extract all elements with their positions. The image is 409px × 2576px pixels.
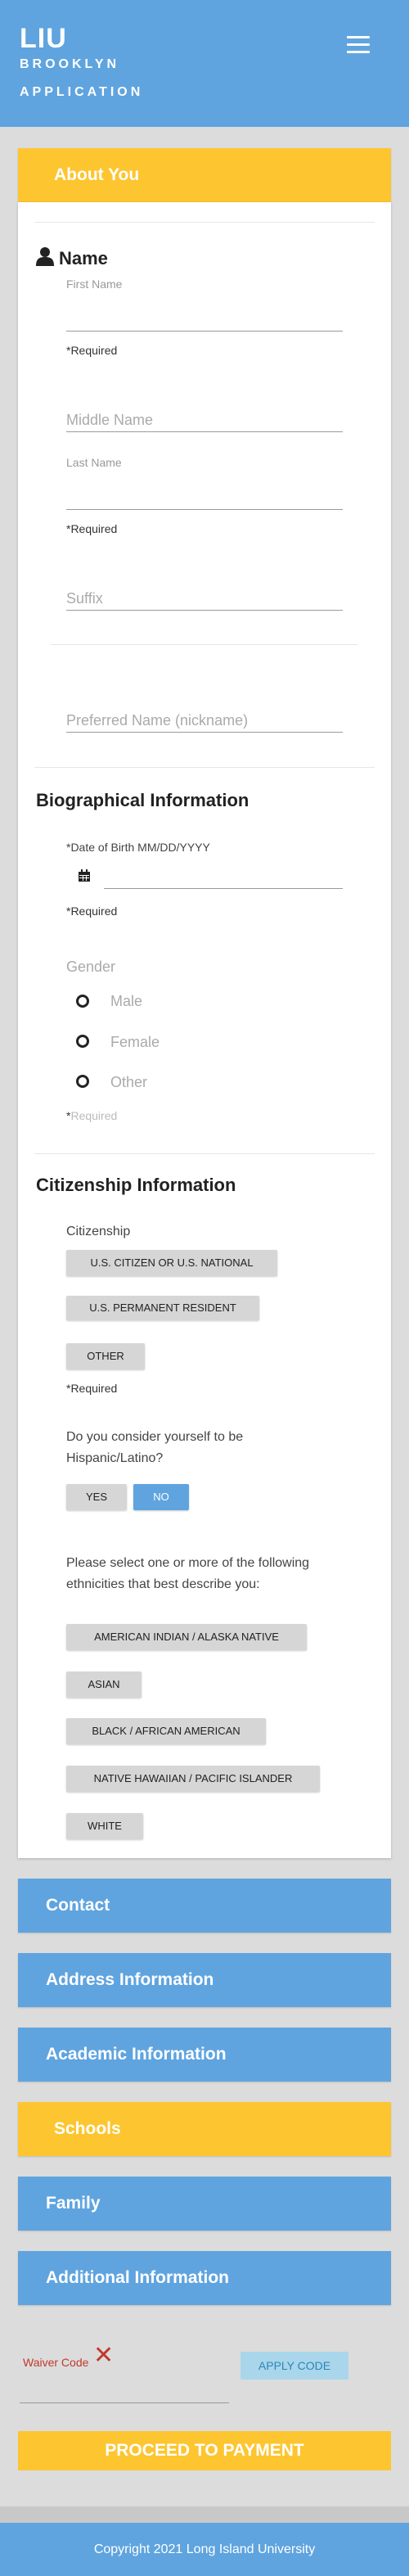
suffix-underline — [66, 610, 343, 611]
divider — [34, 767, 375, 768]
citizenship-required: *Required — [66, 1382, 118, 1395]
dob-input[interactable] — [104, 888, 343, 889]
campus-name: BROOKLYN — [20, 57, 120, 71]
divider — [51, 644, 358, 645]
preferred-name-input[interactable]: Preferred Name (nickname) — [66, 712, 248, 729]
ethnicity-native-hawaiian-button[interactable]: NATIVE HAWAIIAN / PACIFIC ISLANDER — [66, 1766, 320, 1792]
waiver-code-label: Waiver Code — [23, 2356, 89, 2369]
proceed-to-payment-button[interactable]: PROCEED TO PAYMENT — [18, 2431, 391, 2470]
hamburger-menu-icon[interactable] — [347, 36, 370, 54]
section-family[interactable]: Family — [18, 2177, 391, 2231]
middle-name-underline — [66, 431, 343, 432]
gender-male-radio[interactable] — [76, 995, 89, 1008]
hispanic-no-button[interactable]: NO — [133, 1484, 189, 1510]
app-header: LIU BROOKLYN APPLICATION — [0, 0, 409, 127]
gender-male-label: Male — [110, 993, 143, 1009]
section-academic-information[interactable]: Academic Information — [18, 2028, 391, 2082]
footer-copyright: Copyright 2021 Long Island University — [0, 2523, 409, 2576]
section-contact[interactable]: Contact — [18, 1879, 391, 1933]
gender-other-label: Other — [110, 1074, 148, 1090]
ethnicity-black-button[interactable]: BLACK / AFRICAN AMERICAN — [66, 1718, 266, 1744]
ethnicity-question-line-1: Please select one or more of the followi… — [66, 1556, 310, 1570]
waiver-code-input[interactable] — [20, 2402, 229, 2403]
dob-required: *Required — [66, 905, 118, 918]
ethnicity-asian-button[interactable]: ASIAN — [66, 1671, 142, 1698]
biographical-heading: Biographical Information — [36, 790, 249, 810]
citizenship-permanent-resident-button[interactable]: U.S. PERMANENT RESIDENT — [66, 1296, 259, 1320]
close-icon[interactable]: ✕ — [93, 2344, 114, 2368]
citizenship-heading: Citizenship Information — [36, 1175, 236, 1195]
hispanic-question-line-2: Hispanic/Latino? — [66, 1451, 164, 1465]
app-subtitle: APPLICATION — [20, 85, 144, 99]
about-you-form: Name First Name *Required Middle Name La… — [18, 202, 391, 1858]
gender-required: *Required — [66, 1109, 118, 1122]
apply-code-button[interactable]: APPLY CODE — [240, 2352, 348, 2380]
first-name-required: *Required — [66, 344, 118, 357]
gender-label: Gender — [66, 959, 116, 975]
citizenship-label: Citizenship — [66, 1225, 131, 1238]
divider — [34, 222, 375, 223]
ethnicity-white-button[interactable]: WHITE — [66, 1813, 143, 1839]
first-name-label: First Name — [66, 277, 123, 291]
section-about-you[interactable]: About You — [18, 148, 391, 202]
citizenship-us-citizen-button[interactable]: U.S. CITIZEN OR U.S. NATIONAL — [66, 1250, 277, 1276]
gender-other-radio[interactable] — [76, 1075, 89, 1088]
citizenship-other-button[interactable]: OTHER — [66, 1343, 145, 1369]
section-schools[interactable]: Schools — [18, 2102, 391, 2156]
person-icon — [36, 247, 54, 266]
last-name-input[interactable] — [66, 509, 343, 510]
liu-logo[interactable]: LIU — [20, 25, 67, 52]
middle-name-input[interactable]: Middle Name — [66, 412, 153, 429]
section-additional-information[interactable]: Additional Information — [18, 2251, 391, 2305]
gender-female-label: Female — [110, 1034, 160, 1050]
ethnicity-american-indian-button[interactable]: AMERICAN INDIAN / ALASKA NATIVE — [66, 1624, 307, 1650]
calendar-icon[interactable] — [78, 869, 91, 882]
last-name-label: Last Name — [66, 456, 122, 469]
section-address-information[interactable]: Address Information — [18, 1953, 391, 2007]
gender-female-radio[interactable] — [76, 1035, 89, 1048]
suffix-input[interactable]: Suffix — [66, 590, 103, 607]
ethnicity-question-line-2: ethnicities that best describe you: — [66, 1577, 260, 1591]
first-name-input[interactable] — [66, 331, 343, 332]
dob-label: *Date of Birth MM/DD/YYYY — [66, 841, 210, 854]
hispanic-yes-button[interactable]: YES — [66, 1484, 127, 1510]
preferred-name-underline — [66, 732, 343, 733]
name-heading: Name — [59, 248, 108, 268]
hispanic-question-line-1: Do you consider yourself to be — [66, 1430, 244, 1444]
last-name-required: *Required — [66, 522, 118, 535]
divider — [34, 1153, 375, 1154]
